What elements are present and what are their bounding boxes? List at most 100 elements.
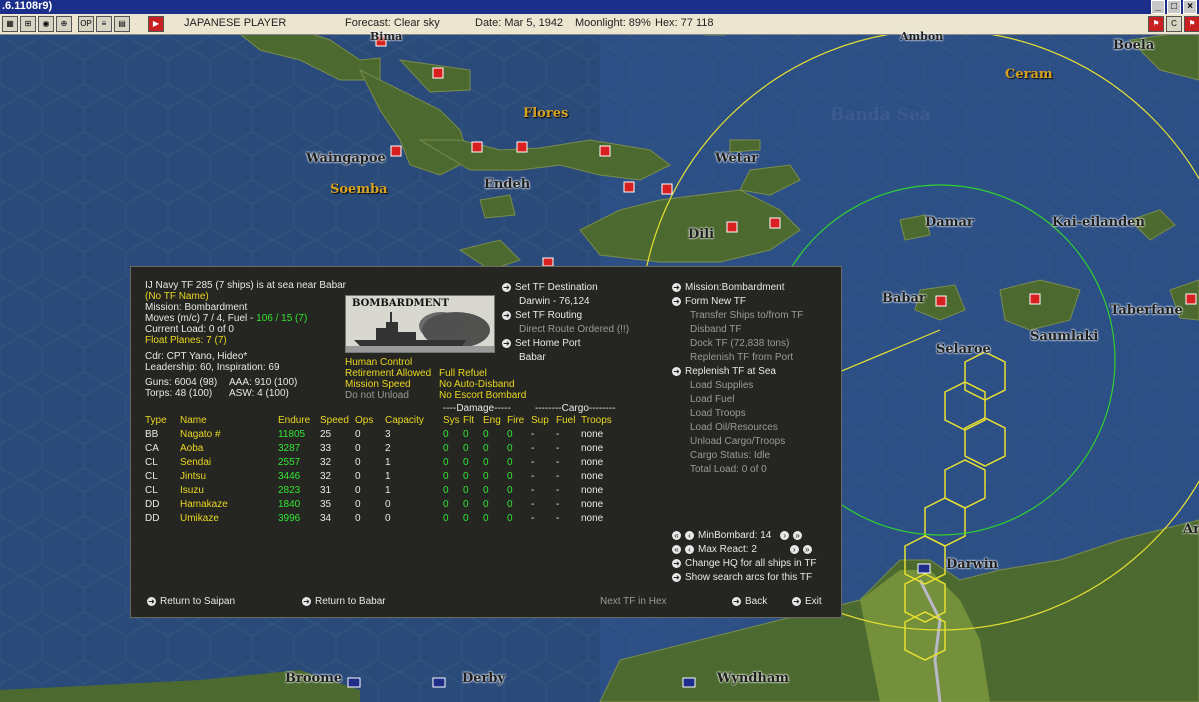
- col-capacity[interactable]: Capacity: [385, 413, 443, 427]
- human-control-toggle[interactable]: Human Control: [345, 357, 412, 368]
- escort-bombard-toggle[interactable]: No Escort Bombard: [439, 390, 526, 401]
- op-icon[interactable]: OP: [78, 16, 94, 32]
- table-row[interactable]: BB Nagato # 11805 25 0 3 0 0 0 0 - - non…: [145, 427, 621, 441]
- replenish-port-button[interactable]: Replenish TF from Port: [690, 352, 793, 363]
- ship-troops: none: [581, 456, 604, 468]
- mission-button[interactable]: ➜ Mission:Bombardment: [672, 282, 784, 293]
- set-home-port-label: Set Home Port: [515, 338, 581, 349]
- ship-speed: 35: [320, 498, 332, 510]
- target-icon[interactable]: ⊕: [56, 16, 72, 32]
- step-forward-icon[interactable]: ›: [780, 530, 790, 540]
- load-oil-button[interactable]: Load Oil/Resources: [690, 422, 778, 433]
- end-turn-icon[interactable]: ▶: [148, 16, 164, 32]
- fast-forward-icon[interactable]: »: [793, 530, 803, 540]
- col-flt[interactable]: Flt: [463, 413, 483, 427]
- table-row[interactable]: DD Umikaze 3996 34 0 0 0 0 0 0 - - none: [145, 511, 621, 525]
- dock-tf-button[interactable]: Dock TF (72,838 tons): [690, 338, 789, 349]
- col-sys[interactable]: Sys: [443, 413, 463, 427]
- ship-sys: 0: [443, 512, 449, 524]
- full-refuel-toggle[interactable]: Full Refuel: [439, 368, 487, 379]
- ship-eng: 0: [483, 428, 489, 440]
- game-toolbar: ▦ ⊞ ◉ ⊕ OP ≡ ▤ ▶ JAPANESE PLAYER Forecas…: [0, 14, 1199, 35]
- step-forward-icon[interactable]: ›: [789, 544, 799, 554]
- ship-fuel: -: [556, 470, 560, 482]
- set-home-port-button[interactable]: ➜ Set Home Port: [502, 338, 581, 349]
- table-row[interactable]: CA Aoba 3287 33 0 2 0 0 0 0 - - none: [145, 441, 621, 455]
- list-icon[interactable]: ≡: [96, 16, 112, 32]
- flag2-icon[interactable]: ⚑: [1184, 16, 1199, 32]
- maximize-button[interactable]: □: [1167, 0, 1181, 14]
- tf-name[interactable]: (No TF Name): [145, 291, 209, 302]
- close-window-button[interactable]: ×: [1183, 0, 1197, 14]
- mission-speed-toggle[interactable]: Mission Speed: [345, 379, 411, 390]
- ship-name[interactable]: Nagato #: [180, 427, 278, 441]
- col-fuel[interactable]: Fuel: [556, 413, 581, 427]
- ship-name[interactable]: Umikaze: [180, 511, 278, 525]
- col-troops[interactable]: Troops: [581, 413, 621, 427]
- ship-flt: 0: [463, 512, 469, 524]
- ship-name[interactable]: Aoba: [180, 441, 278, 455]
- table-row[interactable]: CL Jintsu 3446 32 0 1 0 0 0 0 - - none: [145, 469, 621, 483]
- map-label-waingapoe: Waingapoe: [306, 151, 386, 166]
- set-destination-button[interactable]: ➜ Set TF Destination: [502, 282, 598, 293]
- window-title: .6.1108r9): [2, 0, 53, 12]
- table-row[interactable]: DD Hamakaze 1840 35 0 0 0 0 0 0 - - none: [145, 497, 621, 511]
- show-search-arcs-button[interactable]: ➜ Show search arcs for this TF: [672, 572, 812, 583]
- replenish-sea-button[interactable]: ➜ Replenish TF at Sea: [672, 366, 776, 377]
- date-label: Date: Mar 5, 1942: [475, 17, 564, 29]
- ship-name[interactable]: Isuzu: [180, 483, 278, 497]
- disband-tf-button[interactable]: Disband TF: [690, 324, 742, 335]
- arrow-right-icon: ➜: [502, 338, 511, 348]
- tf-commander[interactable]: Cdr: CPT Yano, Hideo*: [145, 351, 247, 362]
- auto-disband-toggle[interactable]: No Auto-Disband: [439, 379, 515, 390]
- transfer-ships-button[interactable]: Transfer Ships to/from TF: [690, 310, 803, 321]
- load-supplies-button[interactable]: Load Supplies: [690, 380, 753, 391]
- fast-back-icon[interactable]: «: [672, 544, 681, 554]
- col-sup[interactable]: Sup: [531, 413, 556, 427]
- return-babar-button[interactable]: ➜ Return to Babar: [302, 596, 386, 607]
- step-back-icon[interactable]: ‹: [685, 530, 694, 540]
- back-button[interactable]: ➜ Back: [732, 596, 767, 607]
- unload-toggle[interactable]: Do not Unload: [345, 390, 409, 401]
- table-row[interactable]: CL Isuzu 2823 31 0 1 0 0 0 0 - - none: [145, 483, 621, 497]
- ship-name[interactable]: Sendai: [180, 455, 278, 469]
- step-back-icon[interactable]: ‹: [685, 544, 694, 554]
- ship-fire: 0: [507, 484, 513, 496]
- map-label-derby: Derby: [462, 671, 506, 686]
- set-routing-button[interactable]: ➜ Set TF Routing: [502, 310, 582, 321]
- minimize-button[interactable]: _: [1151, 0, 1165, 14]
- fast-back-icon[interactable]: «: [672, 530, 681, 540]
- load-troops-button[interactable]: Load Troops: [690, 408, 746, 419]
- return-saipan-button[interactable]: ➜ Return to Saipan: [147, 596, 235, 607]
- col-name[interactable]: Name: [180, 413, 278, 427]
- ship-name[interactable]: Jintsu: [180, 469, 278, 483]
- exit-button[interactable]: ➜ Exit: [792, 596, 822, 607]
- ship-type: DD: [145, 512, 160, 524]
- col-endure[interactable]: Endure: [278, 413, 320, 427]
- next-tf-button[interactable]: Next TF in Hex: [600, 596, 667, 607]
- zoom-icon[interactable]: ⊞: [20, 16, 36, 32]
- col-eng[interactable]: Eng: [483, 413, 507, 427]
- col-ops[interactable]: Ops: [355, 413, 385, 427]
- globe-icon[interactable]: ◉: [38, 16, 54, 32]
- tf-header: IJ Navy TF 285 (7 ships) is at sea near …: [145, 280, 347, 291]
- retirement-toggle[interactable]: Retirement Allowed: [345, 368, 431, 379]
- change-hq-button[interactable]: ➜ Change HQ for all ships in TF: [672, 558, 817, 569]
- grid-icon[interactable]: ▤: [114, 16, 130, 32]
- ship-eng: 0: [483, 442, 489, 454]
- col-fire[interactable]: Fire: [507, 413, 531, 427]
- flag-icon[interactable]: ⚑: [1148, 16, 1164, 32]
- ship-name[interactable]: Hamakaze: [180, 497, 278, 511]
- load-fuel-button[interactable]: Load Fuel: [690, 394, 734, 405]
- set-routing-label: Set TF Routing: [515, 310, 583, 321]
- close-c-icon[interactable]: C: [1166, 16, 1182, 32]
- tf-float-planes[interactable]: Float Planes: 7 (7): [145, 335, 227, 346]
- map-icon[interactable]: ▦: [2, 16, 18, 32]
- col-speed[interactable]: Speed: [320, 413, 355, 427]
- table-row[interactable]: CL Sendai 2557 32 0 1 0 0 0 0 - - none: [145, 455, 621, 469]
- unload-cargo-button[interactable]: Unload Cargo/Troops: [690, 436, 785, 447]
- fast-forward-icon[interactable]: »: [802, 544, 812, 554]
- form-new-tf-button[interactable]: ➜ Form New TF: [672, 296, 746, 307]
- col-type[interactable]: Type: [145, 413, 180, 427]
- ship-ops: 0: [355, 512, 361, 524]
